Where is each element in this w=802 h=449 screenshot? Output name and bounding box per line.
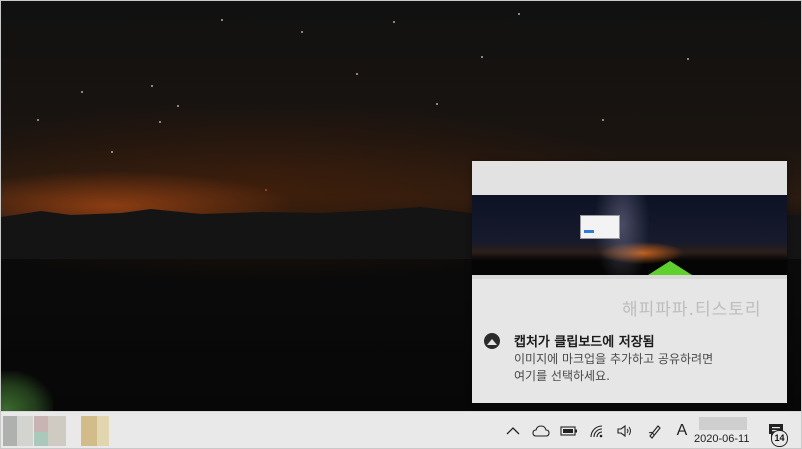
toast-body[interactable]: 해피파파.티스토리 캡처가 클립보드에 저장됨 이미지에 마크업을 추가하고 공… (472, 279, 787, 403)
taskbar-app-button[interactable] (34, 432, 48, 446)
star (265, 189, 267, 191)
star (221, 19, 223, 21)
toast-message-line-1: 이미지에 마크업을 추가하고 공유하려면 (514, 352, 714, 366)
star (481, 56, 483, 58)
star (111, 151, 113, 153)
snip-sketch-icon (484, 333, 500, 349)
watermark-text: 해피파파.티스토리 (622, 300, 762, 320)
star (159, 121, 161, 123)
snip-notification-toast[interactable]: 해피파파.티스토리 캡처가 클립보드에 저장됨 이미지에 마크업을 추가하고 공… (472, 161, 787, 403)
toast-message-line-2: 여기를 선택하세요. (514, 369, 610, 383)
taskbar-app-button[interactable] (48, 416, 66, 446)
preview-sky (472, 195, 787, 279)
star (687, 58, 689, 60)
taskbar-app-button[interactable] (97, 416, 109, 446)
clock-time-redacted[interactable] (699, 417, 747, 430)
toast-title: 캡처가 클립보드에 저장됨 (514, 335, 655, 350)
tent-glow (1, 371, 53, 413)
chevron-up-icon[interactable] (501, 412, 525, 448)
toast-message: 이미지에 마크업을 추가하고 공유하려면 여기를 선택하세요. (514, 351, 779, 385)
taskbar: A 2020-06-11 14 (1, 411, 801, 448)
star (356, 73, 358, 75)
star (436, 103, 438, 105)
star (602, 119, 604, 121)
capture-preview-image[interactable] (472, 195, 787, 279)
star (301, 31, 303, 33)
star (518, 13, 520, 15)
star (177, 105, 179, 107)
volume-icon[interactable] (613, 412, 637, 448)
clock-date[interactable]: 2020-06-11 (694, 433, 749, 445)
wifi-icon[interactable] (585, 412, 609, 448)
battery-icon[interactable] (557, 412, 581, 448)
star (151, 85, 153, 87)
taskbar-app-button[interactable] (81, 416, 97, 446)
star (81, 91, 83, 93)
star (37, 119, 39, 121)
taskbar-app-button[interactable] (17, 416, 33, 446)
preview-tent (648, 261, 692, 275)
taskbar-app-button[interactable] (3, 416, 17, 446)
toast-header (472, 161, 787, 195)
onedrive-icon[interactable] (529, 412, 553, 448)
preview-dialog (580, 215, 620, 239)
pen-icon[interactable] (643, 412, 667, 448)
notification-count-badge: 14 (771, 430, 788, 447)
ime-icon[interactable]: A (671, 412, 693, 448)
screen: 해피파파.티스토리 캡처가 클립보드에 저장됨 이미지에 마크업을 추가하고 공… (0, 0, 802, 449)
star (393, 21, 395, 23)
